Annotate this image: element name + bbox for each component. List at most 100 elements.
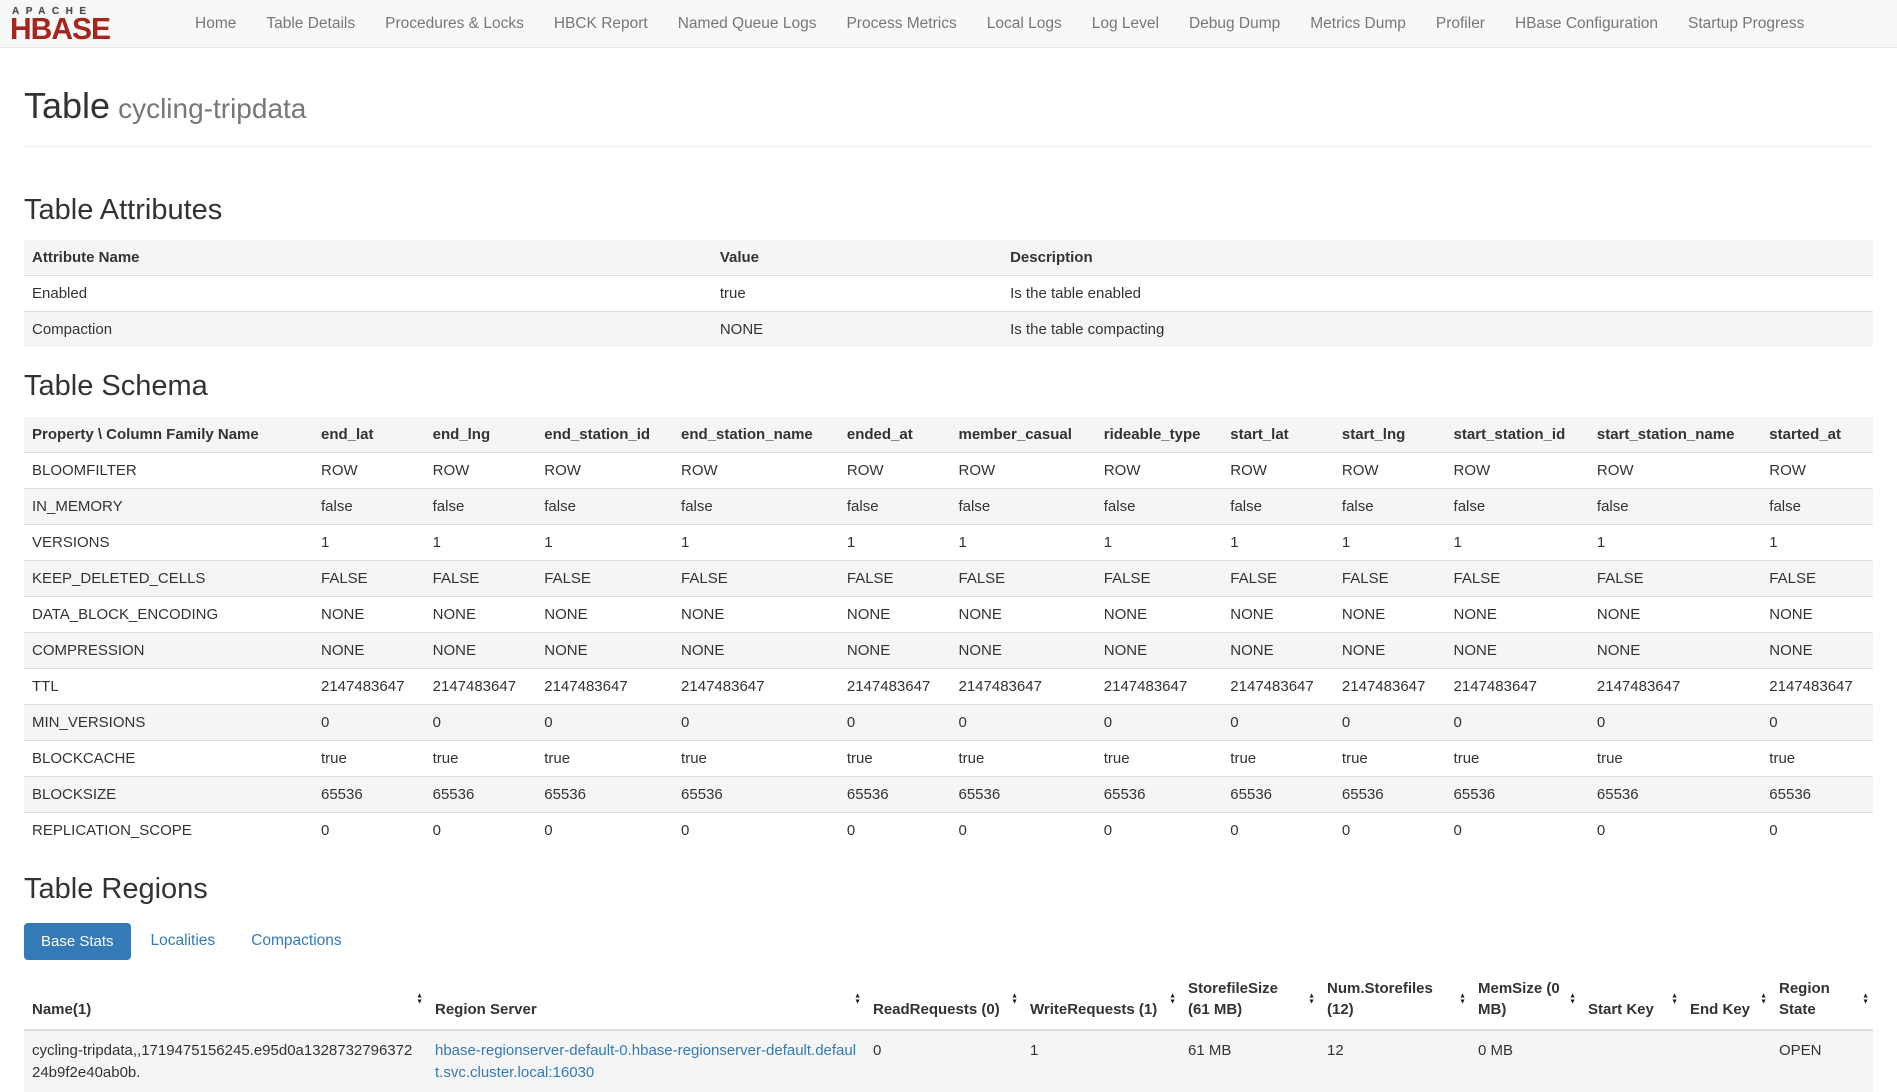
schema-col-header: end_lat [313, 417, 425, 453]
schema-cell: 1 [1334, 525, 1446, 561]
schema-cell: false [536, 489, 673, 525]
page-title: Table [24, 85, 110, 126]
sort-icon: ▲▼ [1671, 993, 1678, 1006]
nav-item-home[interactable]: Home [180, 0, 251, 48]
schema-cell: FALSE [839, 561, 951, 597]
schema-cell: false [1446, 489, 1589, 525]
nav-item-hbase-configuration[interactable]: HBase Configuration [1500, 0, 1673, 48]
nav-item-metrics-dump[interactable]: Metrics Dump [1295, 0, 1421, 48]
region-end-key [1682, 1030, 1771, 1092]
tab-localities[interactable]: Localities [151, 922, 216, 960]
schema-cell: 65536 [313, 777, 425, 813]
nav-item-local-logs[interactable]: Local Logs [972, 0, 1077, 48]
schema-cell: 0 [536, 705, 673, 741]
regions-col-header-write-requests[interactable]: WriteRequests (1)▲▼ [1022, 970, 1180, 1030]
tab-base-stats[interactable]: Base Stats [24, 923, 131, 960]
regions-col-header-storefile-size[interactable]: StorefileSize (61 MB)▲▼ [1180, 970, 1319, 1030]
schema-cell: FALSE [1761, 561, 1873, 597]
regions-col-header-read-requests[interactable]: ReadRequests (0)▲▼ [865, 970, 1022, 1030]
nav-item-debug-dump[interactable]: Debug Dump [1174, 0, 1295, 48]
table-row: TTL2147483647214748364721474836472147483… [24, 669, 1873, 705]
schema-cell: NONE [951, 633, 1096, 669]
schema-cell: true [1096, 741, 1223, 777]
schema-cell: true [1761, 741, 1873, 777]
nav-item-named-queue-logs[interactable]: Named Queue Logs [663, 0, 832, 48]
regions-col-label: End Key [1690, 1001, 1750, 1018]
schema-cell: 0 [313, 705, 425, 741]
schema-cell: 0 [951, 705, 1096, 741]
hbase-logo[interactable]: APACHE HBASE [10, 7, 158, 43]
schema-property: KEEP_DELETED_CELLS [24, 561, 313, 597]
schema-cell: NONE [839, 633, 951, 669]
schema-cell: 0 [839, 813, 951, 849]
schema-property: VERSIONS [24, 525, 313, 561]
schema-property: BLOOMFILTER [24, 453, 313, 489]
regions-col-header-end-key[interactable]: End Key ▲▼ [1682, 970, 1771, 1030]
schema-cell: true [1222, 741, 1334, 777]
nav-item-process-metrics[interactable]: Process Metrics [831, 0, 971, 48]
schema-cell: 1 [1589, 525, 1761, 561]
schema-cell: FALSE [951, 561, 1096, 597]
table-row: DATA_BLOCK_ENCODINGNONENONENONENONENONEN… [24, 597, 1873, 633]
schema-cell: FALSE [1446, 561, 1589, 597]
schema-cell: ROW [1589, 453, 1761, 489]
schema-cell: 2147483647 [839, 669, 951, 705]
schema-cell: 1 [536, 525, 673, 561]
nav-item-hbck-report[interactable]: HBCK Report [539, 0, 663, 48]
schema-cell: 1 [1096, 525, 1223, 561]
schema-cell: 65536 [951, 777, 1096, 813]
schema-cell: true [673, 741, 839, 777]
attribute-name: Compaction [24, 312, 712, 348]
schema-property: BLOCKSIZE [24, 777, 313, 813]
region-server-cell: hbase-regionserver-default-0.hbase-regio… [427, 1030, 865, 1092]
region-storefile-size: 61 MB [1180, 1030, 1319, 1092]
schema-cell: NONE [1446, 597, 1589, 633]
nav-item-table-details[interactable]: Table Details [251, 0, 370, 48]
table-row: REPLICATION_SCOPE000000000000 [24, 813, 1873, 849]
table-row: BLOCKSIZE6553665536655366553665536655366… [24, 777, 1873, 813]
regions-col-header-name[interactable]: Name(1)▲▼ [24, 970, 427, 1030]
regions-col-header-mem-size[interactable]: MemSize (0 MB)▲▼ [1470, 970, 1580, 1030]
table-row: Enabled true Is the table enabled [24, 276, 1873, 312]
sort-icon: ▲▼ [1760, 993, 1767, 1006]
regions-col-header-num-storefiles[interactable]: Num.Storefiles (12)▲▼ [1319, 970, 1470, 1030]
schema-cell: NONE [536, 633, 673, 669]
sort-icon: ▲▼ [1011, 993, 1018, 1006]
schema-col-header: start_lat [1222, 417, 1334, 453]
schema-cell: ROW [313, 453, 425, 489]
regions-col-header-region-state[interactable]: Region State▲▼ [1771, 970, 1873, 1030]
schema-cell: FALSE [673, 561, 839, 597]
schema-cell: 65536 [1446, 777, 1589, 813]
schema-cell: 2147483647 [536, 669, 673, 705]
nav-item-procedures-locks[interactable]: Procedures & Locks [370, 0, 539, 48]
region-state: OPEN [1771, 1030, 1873, 1092]
sort-icon: ▲▼ [1862, 993, 1869, 1006]
region-read-requests: 0 [865, 1030, 1022, 1092]
schema-cell: NONE [1446, 633, 1589, 669]
schema-cell: false [1334, 489, 1446, 525]
schema-cell: 2147483647 [1761, 669, 1873, 705]
nav-item-log-level[interactable]: Log Level [1077, 0, 1174, 48]
schema-cell: 2147483647 [951, 669, 1096, 705]
table-name: cycling-tripdata [118, 93, 306, 124]
schema-cell: NONE [673, 597, 839, 633]
schema-cell: 2147483647 [425, 669, 537, 705]
schema-cell: 2147483647 [673, 669, 839, 705]
attributes-header-row: Attribute Name Value Description [24, 240, 1873, 276]
schema-cell: 0 [1334, 813, 1446, 849]
nav-item-startup-progress[interactable]: Startup Progress [1673, 0, 1819, 48]
region-server-link[interactable]: hbase-regionserver-default-0.hbase-regio… [435, 1042, 856, 1081]
schema-property: BLOCKCACHE [24, 741, 313, 777]
schema-header-row: Property \ Column Family Name end_lat en… [24, 417, 1873, 453]
regions-col-label: Start Key [1588, 1001, 1654, 1018]
table-row: MIN_VERSIONS000000000000 [24, 705, 1873, 741]
schema-property: COMPRESSION [24, 633, 313, 669]
schema-cell: FALSE [536, 561, 673, 597]
schema-col-header: end_station_id [536, 417, 673, 453]
regions-col-header-region-server[interactable]: Region Server▲▼ [427, 970, 865, 1030]
schema-cell: 65536 [673, 777, 839, 813]
nav-item-profiler[interactable]: Profiler [1421, 0, 1500, 48]
tab-compactions[interactable]: Compactions [251, 922, 341, 960]
schema-cell: 0 [1096, 813, 1223, 849]
regions-col-header-start-key[interactable]: Start Key ▲▼ [1580, 970, 1682, 1030]
